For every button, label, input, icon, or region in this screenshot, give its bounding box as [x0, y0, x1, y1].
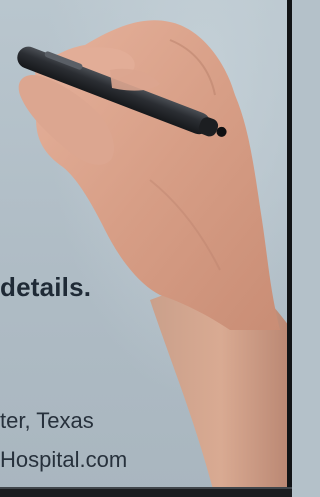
ad-panel: details. ter, Texas Hospital.com	[0, 0, 292, 497]
location-text: ter, Texas	[0, 408, 94, 433]
website-text: Hospital.com	[0, 447, 128, 472]
bottom-edge-border	[0, 487, 292, 497]
headline-text: details.	[0, 272, 92, 302]
right-edge-border	[287, 0, 292, 497]
